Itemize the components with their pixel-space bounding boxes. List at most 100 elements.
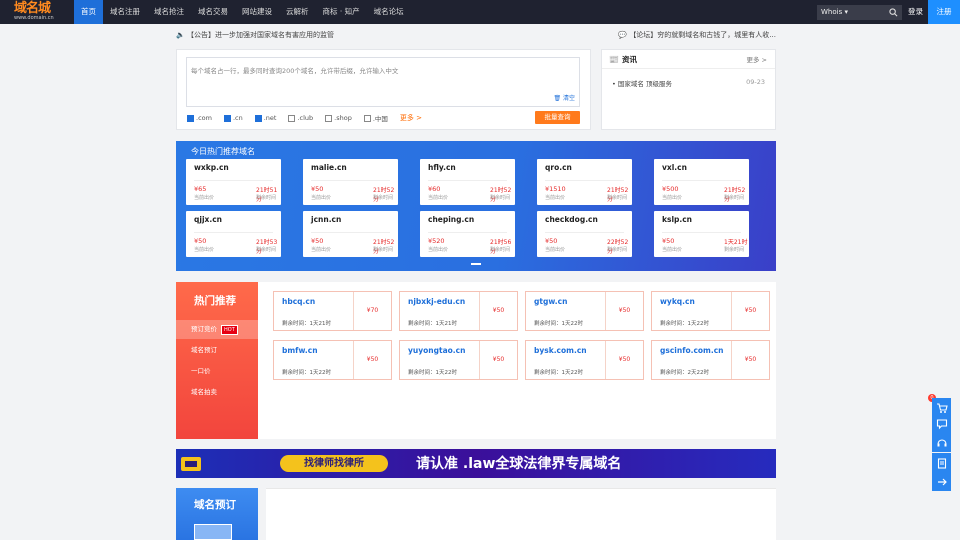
bid-price[interactable]: ¥50: [605, 292, 643, 330]
find-lawyer-button[interactable]: 找律师找律所: [280, 455, 388, 472]
domain-name: kslp.cn: [662, 215, 693, 224]
recommend-domain-card[interactable]: yuyongtao.cn 剩余时间：1天22时 ¥50: [399, 340, 518, 380]
checkbox[interactable]: [254, 114, 262, 122]
current-bid: ¥500: [662, 185, 679, 193]
whois-search[interactable]: Whois ▾: [817, 5, 902, 20]
ext-cn[interactable]: .cn: [223, 114, 243, 122]
hot-today-title: 今日热门推荐域名: [191, 147, 255, 156]
register-button[interactable]: 注册: [928, 0, 960, 24]
tab-auction[interactable]: 域名拍卖: [176, 383, 258, 402]
nav-domain-trade[interactable]: 域名交易: [191, 0, 235, 24]
ext-shop[interactable]: .shop: [325, 114, 352, 122]
hot-domain-card[interactable]: malie.cn ¥50 当前出价 21时52分 剩余时间: [303, 159, 398, 205]
domain-name: gscinfo.com.cn: [660, 346, 724, 355]
news-item[interactable]: • 国家域名 顶级服务: [612, 78, 672, 88]
back-to-top-button[interactable]: [932, 472, 951, 491]
current-bid-label: 当前出价: [194, 247, 215, 253]
hot-domain-card[interactable]: hfly.cn ¥60 当前出价 21时52分 剩余时间: [420, 159, 515, 205]
hot-domain-card[interactable]: vxl.cn ¥500 当前出价 21时52分 剩余时间: [654, 159, 749, 205]
ext-club[interactable]: .club: [288, 114, 313, 122]
card-divider: [194, 180, 273, 181]
clipboard-button[interactable]: [932, 453, 951, 472]
remaining-time: 剩余时间：1天21时: [408, 321, 457, 327]
clear-button[interactable]: 🗑 清空: [553, 93, 575, 102]
checkbox[interactable]: [288, 114, 296, 122]
recommend-domain-card[interactable]: gtgw.cn 剩余时间：1天22时 ¥50: [525, 291, 644, 331]
recommend-sidebar: 热门推荐 预订竞价 HOT 域名预订 一口价 域名拍卖: [176, 282, 258, 439]
ext-net[interactable]: .net: [254, 114, 276, 122]
hot-domain-card[interactable]: kslp.cn ¥50 当前出价 1天21时 剩余时间: [654, 211, 749, 257]
domain-name: qjjx.cn: [194, 215, 222, 224]
ext-zhongguo[interactable]: .中国: [363, 113, 388, 123]
arrow-right-icon: [937, 478, 947, 485]
nav-domain-register[interactable]: 域名注册: [103, 0, 147, 24]
more-extensions-link[interactable]: 更多 >: [400, 113, 422, 123]
hot-domain-card[interactable]: jcnn.cn ¥50 当前出价 21时52分 剩余时间: [303, 211, 398, 257]
bid-price[interactable]: ¥50: [353, 341, 391, 379]
card-divider: [311, 232, 390, 233]
hot-today-banner: 今日热门推荐域名 wxkp.cn ¥65 当前出价 21时51分 剩余时间 malie.c…: [176, 141, 776, 271]
current-bid: ¥50: [311, 237, 324, 245]
current-bid-label: 当前出价: [545, 247, 566, 253]
domain-name: hbcq.cn: [282, 297, 316, 306]
search-icon[interactable]: [889, 8, 898, 17]
tab-fixed-price[interactable]: 一口价: [176, 362, 258, 381]
main-nav: 首页 域名注册 域名抢注 域名交易 网站建设 云解析 商标 · 知产 域名论坛: [74, 0, 411, 24]
hot-domain-card[interactable]: cheping.cn ¥520 当前出价 21时56分 剩余时间: [420, 211, 515, 257]
bid-price[interactable]: ¥50: [605, 341, 643, 379]
cart-icon: [936, 402, 948, 413]
hot-domain-card[interactable]: wxkp.cn ¥65 当前出价 21时51分 剩余时间: [186, 159, 281, 205]
law-domain-banner[interactable]: 找律师找律所 请认准 .law全球法律界专属域名: [176, 449, 776, 478]
news-more-link[interactable]: 更多 >: [746, 54, 767, 64]
bid-price[interactable]: ¥50: [731, 341, 769, 379]
message-button[interactable]: [932, 414, 951, 433]
nav-home[interactable]: 首页: [74, 0, 103, 24]
hot-domain-card[interactable]: checkdog.cn ¥50 当前出价 22时52分 剩余时间: [537, 211, 632, 257]
recommend-domain-card[interactable]: hbcq.cn 剩余时间：1天21时 ¥70: [273, 291, 392, 331]
nav-domain-snap[interactable]: 域名抢注: [147, 0, 191, 24]
current-bid-label: 当前出价: [428, 195, 449, 201]
bid-price[interactable]: ¥50: [479, 341, 517, 379]
recommend-domain-card[interactable]: bmfw.cn 剩余时间：1天22时 ¥50: [273, 340, 392, 380]
presell-illustration: [194, 524, 232, 540]
service-button[interactable]: [932, 433, 951, 452]
domain-textarea[interactable]: 每个域名占一行，最多同时查询200个域名，允许带后缀，允许输入中文 🗑 清空: [186, 57, 580, 107]
card-divider: [545, 232, 624, 233]
remaining-time: 剩余时间：1天22时: [408, 370, 457, 376]
tab-domain-preorder[interactable]: 域名预订: [176, 341, 258, 360]
recommend-domain-card[interactable]: wykq.cn 剩余时间：1天22时 ¥50: [651, 291, 770, 331]
notice-forum[interactable]: 💬 【论坛】穷的就剩域名和古钱了，城里有人收...: [618, 30, 776, 40]
law-banner-text: 请认准 .law全球法律界专属域名: [416, 456, 622, 472]
bulk-query-button[interactable]: 批量查询: [535, 111, 580, 124]
current-bid: ¥50: [662, 237, 675, 245]
notice-announcement[interactable]: 🔈 【公告】进一步加强对国家域名有害应用的监管: [176, 30, 334, 40]
login-link[interactable]: 登录: [908, 0, 923, 24]
nav-trademark[interactable]: 商标 · 知产: [316, 0, 367, 24]
checkbox[interactable]: [325, 114, 333, 122]
site-logo[interactable]: 域名城 www.domain.cn: [14, 2, 60, 22]
bid-price[interactable]: ¥50: [731, 292, 769, 330]
presell-sidebar: 域名预订: [176, 488, 258, 540]
recommend-domain-card[interactable]: bysk.com.cn 剩余时间：1天22时 ¥50: [525, 340, 644, 380]
checkbox[interactable]: [223, 114, 231, 122]
hot-domain-card[interactable]: qro.cn ¥1510 当前出价 21时52分 剩余时间: [537, 159, 632, 205]
tab-presale-bid[interactable]: 预订竞价 HOT: [176, 320, 258, 339]
bid-price[interactable]: ¥50: [479, 292, 517, 330]
checkbox[interactable]: [363, 114, 371, 122]
bid-price[interactable]: ¥70: [353, 292, 391, 330]
checkbox[interactable]: [187, 114, 194, 122]
news-icon: 📰: [609, 54, 619, 64]
current-bid-label: 当前出价: [311, 247, 332, 253]
recommend-domain-card[interactable]: njbxkj-edu.cn 剩余时间：1天21时 ¥50: [399, 291, 518, 331]
hot-domain-card[interactable]: qjjx.cn ¥50 当前出价 21时53分 剩余时间: [186, 211, 281, 257]
nav-cloud-dns[interactable]: 云解析: [279, 0, 316, 24]
carousel-indicator[interactable]: [471, 263, 481, 265]
whois-select[interactable]: Whois ▾: [821, 8, 848, 16]
remaining-time-label: 剩余时间: [256, 195, 277, 201]
ext-com[interactable]: .com: [187, 114, 212, 122]
nav-forum[interactable]: 域名论坛: [367, 0, 411, 24]
nav-website-build[interactable]: 网站建设: [235, 0, 279, 24]
domain-name: cheping.cn: [428, 215, 475, 224]
recommend-domain-card[interactable]: gscinfo.com.cn 剩余时间：2天22时 ¥50: [651, 340, 770, 380]
remaining-time-label: 剩余时间: [607, 247, 628, 253]
